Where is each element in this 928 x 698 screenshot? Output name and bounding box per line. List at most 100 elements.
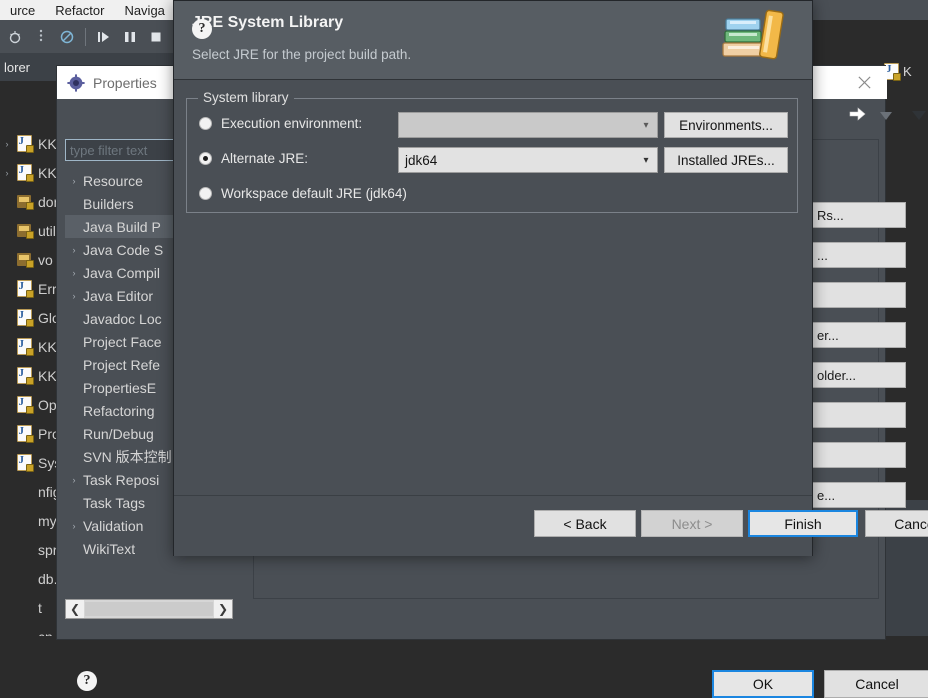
expand-arrow-icon[interactable]: › [65,268,83,278]
books-icon [720,5,792,71]
category-item-label: Java Compil [83,264,161,281]
category-item-label: PropertiesE [83,379,157,396]
page-subtitle: Select JRE for the project build path. [192,47,412,62]
radio-label: Execution environment: [221,116,363,131]
tree-item-label: util [38,222,56,239]
radio-label: Workspace default JRE (jdk64) [221,186,407,201]
skip-breakpoints-icon[interactable] [56,26,78,48]
properties-title-label: Properties [93,74,157,91]
scrollbar-thumb[interactable] [85,602,213,616]
expand-arrow-icon[interactable]: › [0,168,14,178]
category-item-label: Java Code S [83,241,164,258]
resume-icon[interactable] [93,26,115,48]
gear-icon [67,73,85,92]
toolbar-separator [85,27,86,46]
java-file-icon [14,338,34,356]
expand-arrow-icon[interactable]: › [65,521,83,531]
chevron-down-icon[interactable]: ▾ [635,155,657,166]
category-item-label: Task Reposi [83,471,160,488]
cancel-button[interactable]: Cancel [865,510,928,537]
menu-item-refactor[interactable]: Refactor [45,3,114,18]
build-path-button[interactable] [810,442,906,468]
finish-button[interactable]: Finish [748,510,858,537]
execution-environment-combo[interactable]: ▾ [398,112,658,138]
build-path-button[interactable]: older... [810,362,906,388]
radio-indicator[interactable] [199,187,212,200]
category-item-label: Run/Debug [83,425,154,442]
java-file-icon [14,309,34,327]
category-item-label: Java Build P [83,218,161,235]
back-button[interactable]: < Back [534,510,636,537]
category-item-label: Validation [83,517,144,534]
forward-arrow-icon[interactable] [848,104,868,124]
chevron-down-icon[interactable] [880,109,892,124]
build-path-button[interactable]: ... [810,242,906,268]
environments-button[interactable]: Environments... [664,112,788,138]
expand-arrow-icon[interactable]: › [65,176,83,186]
category-item-label: Project Refe [83,356,161,373]
radio-execution-environment[interactable]: Execution environment: [199,116,362,131]
expand-arrow-icon[interactable]: › [65,291,83,301]
radio-label: Alternate JRE: [221,151,309,166]
radio-indicator[interactable] [199,117,212,130]
java-file-icon [14,367,34,385]
radio-alternate-jre[interactable]: Alternate JRE: [199,151,308,166]
package-icon [14,195,34,210]
cancel-button[interactable]: Cancel [824,670,928,698]
alternate-jre-combo[interactable]: jdk64 ▾ [398,147,658,173]
close-icon[interactable] [841,66,887,99]
package-icon [14,253,34,268]
radio-workspace-default-jre[interactable]: Workspace default JRE (jdk64) [199,186,407,201]
jre-system-library-dialog: JRE System Library Select JRE for the pr… [173,0,928,556]
installed-jres-button[interactable]: Installed JREs... [664,147,788,173]
java-file-icon [14,164,34,182]
category-item-label: Task Tags [83,494,145,511]
category-item-label: Refactoring [83,402,155,419]
chevron-down-icon[interactable]: ▾ [635,120,657,131]
page-title: JRE System Library [192,14,344,31]
java-file-icon [14,396,34,414]
build-path-button[interactable] [810,282,906,308]
category-item-label: Resource [83,172,143,189]
expand-arrow-icon[interactable]: › [65,245,83,255]
menu-item-source[interactable]: urce [0,3,45,18]
package-icon [14,224,34,239]
tree-item-label: KK [38,164,57,181]
editor-file-tab[interactable]: K [884,60,928,82]
expand-arrow-icon[interactable]: › [65,475,83,485]
horizontal-scrollbar[interactable]: ❮ ❯ [65,599,233,619]
suspend-icon[interactable] [119,26,141,48]
chevron-down-icon[interactable] [912,109,926,124]
category-item-label: Javadoc Loc [83,310,162,327]
chevron-right-icon[interactable]: ❯ [214,600,232,618]
java-file-icon [14,280,34,298]
help-icon[interactable]: ? [77,671,97,691]
terminate-icon[interactable] [145,26,167,48]
chevron-left-icon[interactable]: ❮ [66,600,84,618]
filter-input[interactable]: type filter text [65,139,185,161]
tree-item-label: KK [38,135,57,152]
category-item-label: SVN 版本控制 [83,448,172,465]
build-path-button[interactable] [810,402,906,428]
radio-indicator[interactable] [199,152,212,165]
expand-arrow-icon[interactable]: › [0,139,14,149]
help-icon[interactable]: ? [192,19,212,39]
explorer-tab-label: lorer [4,59,31,75]
debug-icon[interactable] [4,26,26,48]
category-item-label: Java Editor [83,287,154,304]
tree-item-label: vo [38,251,53,268]
build-path-button[interactable]: e... [810,482,906,508]
menu-dots-icon[interactable] [30,26,52,48]
build-path-button[interactable]: er... [810,322,906,348]
ok-button[interactable]: OK [712,670,814,698]
wizard-header: JRE System Library Select JRE for the pr… [174,1,812,80]
alternate-jre-value: jdk64 [405,152,438,168]
menu-item-navigate[interactable]: Naviga [114,3,174,18]
category-item-label: Project Face [83,333,162,350]
java-file-icon [14,454,34,472]
category-item-label: WikiText [83,540,136,557]
category-item-label: Builders [83,195,134,212]
system-library-legend: System library [198,90,294,105]
build-path-button[interactable]: Rs... [810,202,906,228]
java-file-icon [14,425,34,443]
